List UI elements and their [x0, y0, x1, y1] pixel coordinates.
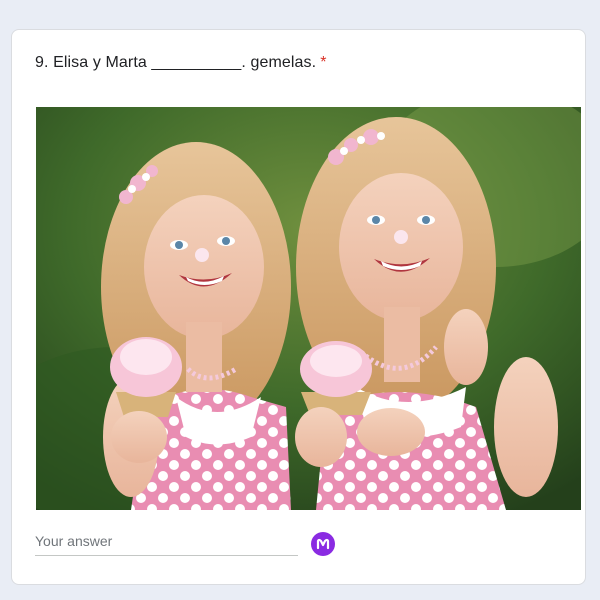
- question-card: 9. Elisa y Marta __________. gemelas. *: [11, 29, 586, 585]
- form-page: 9. Elisa y Marta __________. gemelas. *: [0, 0, 600, 600]
- question-title: 9. Elisa y Marta __________. gemelas. *: [35, 54, 327, 72]
- answer-input[interactable]: [35, 530, 298, 556]
- question-text: Elisa y Marta __________. gemelas.: [53, 54, 317, 71]
- extension-button[interactable]: [311, 532, 335, 556]
- question-number: 9.: [35, 54, 49, 71]
- question-image: [36, 107, 581, 510]
- twins-photo: [36, 107, 581, 510]
- m-logo-icon: [316, 538, 330, 550]
- required-asterisk: *: [320, 54, 327, 71]
